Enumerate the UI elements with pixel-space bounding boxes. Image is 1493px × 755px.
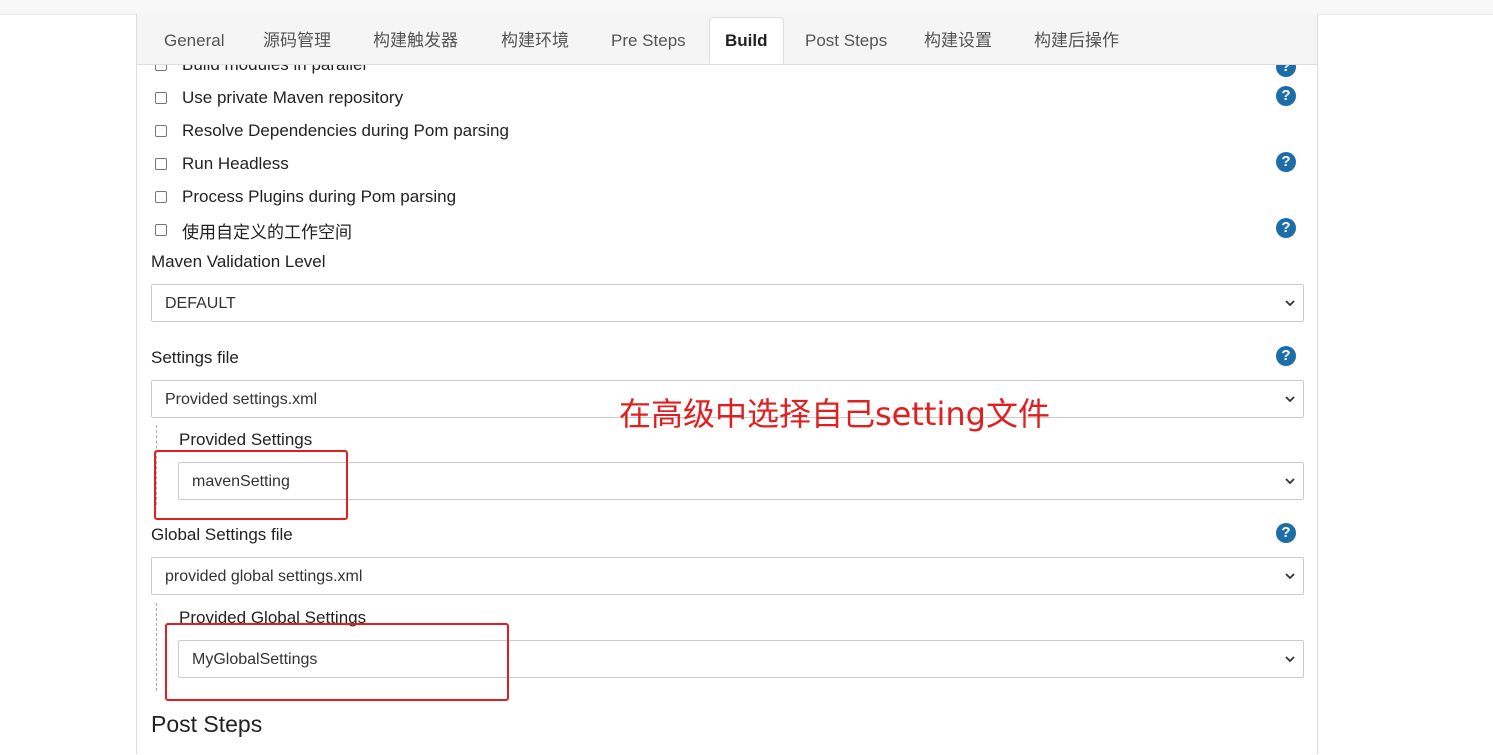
chevron-down-icon (1285, 300, 1295, 307)
select-value: provided global settings.xml (165, 568, 363, 585)
checkbox[interactable] (155, 125, 167, 137)
highlight-box (165, 623, 509, 701)
checkbox-row-custom-workspace[interactable]: 使用自定义的工作空间 (155, 218, 352, 242)
help-icon[interactable]: ? (1276, 346, 1296, 366)
checkbox-row-resolve-deps[interactable]: Resolve Dependencies during Pom parsing (155, 119, 509, 143)
help-icon[interactable]: ? (1276, 65, 1296, 77)
help-icon[interactable]: ? (1276, 218, 1296, 238)
checkbox[interactable] (155, 224, 167, 236)
global-settings-file-select[interactable]: provided global settings.xml (151, 557, 1304, 595)
checkbox-row-run-headless[interactable]: Run Headless (155, 152, 289, 176)
tab-build-triggers[interactable]: 构建触发器 (358, 18, 473, 63)
checkbox-row-build-parallel[interactable]: Build modules in parallel (155, 65, 366, 77)
provided-settings-label: Provided Settings (179, 430, 313, 449)
checkbox[interactable] (155, 65, 167, 71)
chevron-down-icon (1285, 656, 1295, 663)
checkbox-row-private-repo[interactable]: Use private Maven repository (155, 86, 403, 110)
config-panel: General 源码管理 构建触发器 构建环境 Pre Steps Build … (136, 14, 1318, 754)
checkbox-label: Build modules in parallel (182, 65, 366, 75)
tab-general[interactable]: General (149, 18, 239, 63)
tab-source-control[interactable]: 源码管理 (248, 18, 346, 63)
checkbox[interactable] (155, 92, 167, 104)
settings-file-label: Settings file (151, 348, 239, 367)
checkbox-label: 使用自定义的工作空间 (182, 222, 352, 242)
checkbox[interactable] (155, 158, 167, 170)
tab-build-environment[interactable]: 构建环境 (486, 18, 584, 63)
global-settings-file-label: Global Settings file (151, 525, 293, 544)
tab-post-build-actions[interactable]: 构建后操作 (1019, 18, 1134, 63)
nested-divider (156, 603, 157, 691)
select-value: Provided settings.xml (165, 391, 318, 408)
checkbox-label: Run Headless (182, 154, 289, 173)
tab-post-steps[interactable]: Post Steps (790, 18, 902, 63)
chevron-down-icon (1285, 396, 1295, 403)
checkbox-row-process-plugins[interactable]: Process Plugins during Pom parsing (155, 185, 456, 209)
annotation-text: 在高级中选择自己setting文件 (619, 395, 1050, 433)
checkbox-label: Process Plugins during Pom parsing (182, 187, 457, 206)
highlight-box (154, 450, 348, 520)
chevron-down-icon (1285, 478, 1295, 485)
checkbox[interactable] (155, 191, 167, 203)
tab-build-settings[interactable]: 构建设置 (909, 18, 1007, 63)
help-icon[interactable]: ? (1276, 86, 1296, 106)
select-value: DEFAULT (165, 295, 236, 312)
help-icon[interactable]: ? (1276, 523, 1296, 543)
maven-validation-select[interactable]: DEFAULT (151, 284, 1304, 322)
help-icon[interactable]: ? (1276, 152, 1296, 172)
tab-bar: General 源码管理 构建触发器 构建环境 Pre Steps Build … (137, 14, 1317, 65)
post-steps-heading: Post Steps (151, 711, 263, 737)
build-section-content: Build modules in parallel ? Use private … (137, 65, 1317, 755)
checkbox-label: Resolve Dependencies during Pom parsing (182, 121, 509, 140)
tab-pre-steps[interactable]: Pre Steps (596, 18, 701, 63)
checkbox-label: Use private Maven repository (182, 88, 404, 107)
chevron-down-icon (1285, 573, 1295, 580)
tab-build[interactable]: Build (709, 17, 784, 64)
browser-top-strip (0, 0, 1493, 15)
maven-validation-label: Maven Validation Level (151, 252, 326, 271)
